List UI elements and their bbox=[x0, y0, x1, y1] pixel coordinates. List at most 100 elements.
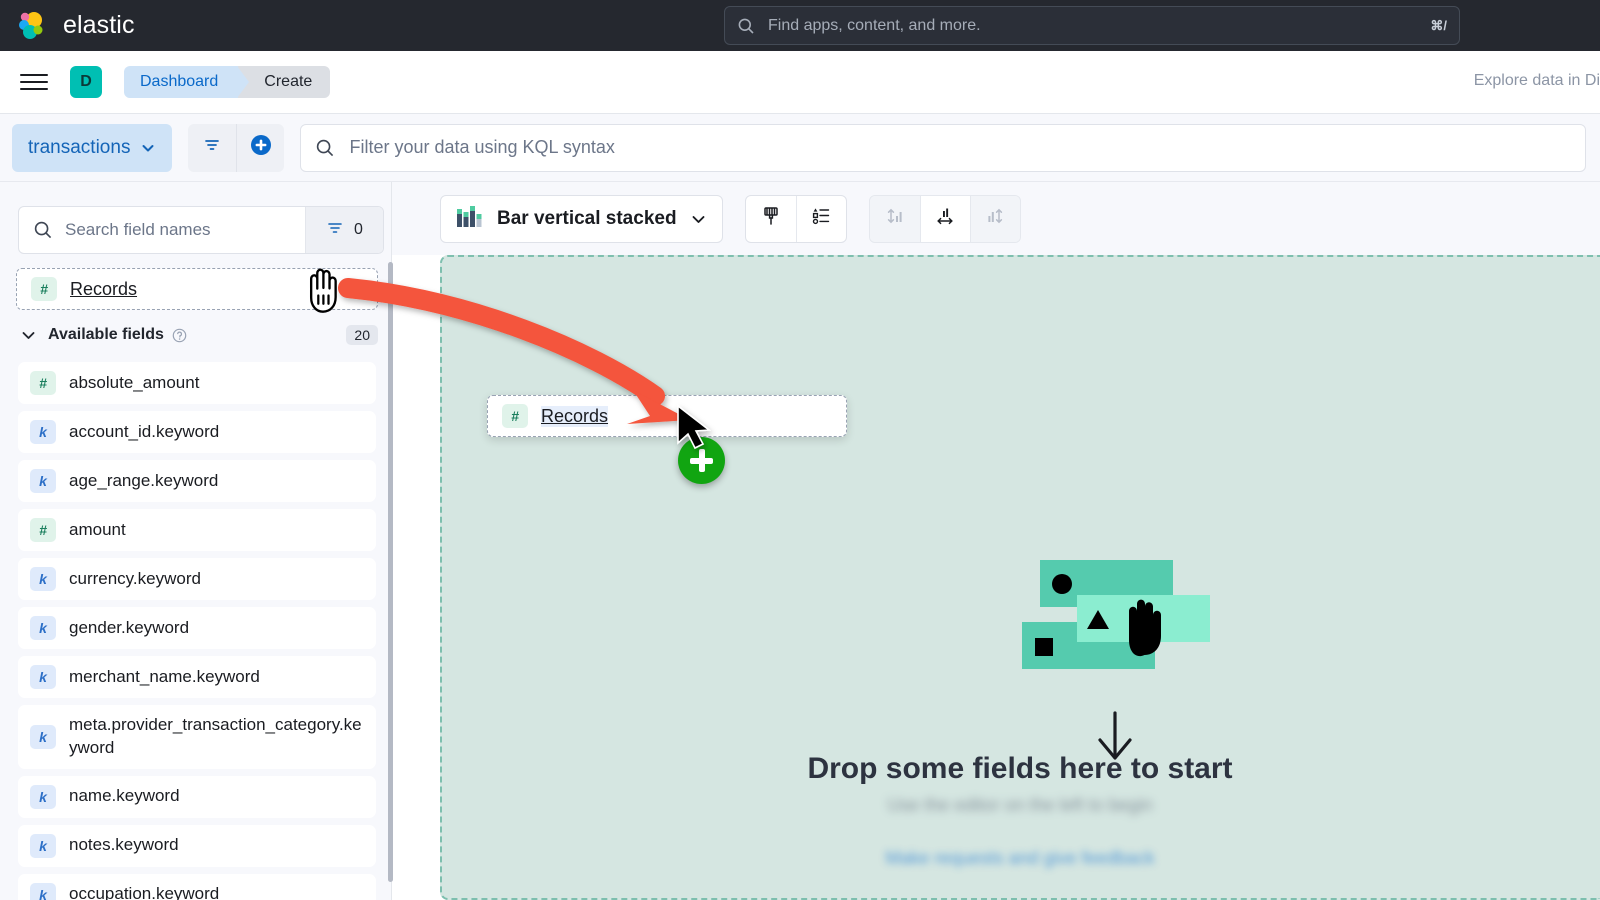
keyword-field-badge-icon: k bbox=[30, 616, 56, 640]
keyword-field-badge-icon: k bbox=[30, 784, 56, 809]
add-filter-button[interactable] bbox=[236, 123, 284, 172]
bar-chart-icon bbox=[457, 205, 484, 232]
circle-shape-icon bbox=[1052, 574, 1072, 594]
chart-toolbar: Bar vertical stacked bbox=[392, 182, 1600, 255]
legend-settings-button[interactable] bbox=[795, 195, 846, 242]
hand-icon bbox=[1116, 598, 1172, 660]
field-search-placeholder: Search field names bbox=[65, 220, 211, 239]
field-item[interactable]: k gender.keyword bbox=[18, 607, 376, 649]
filter-icon bbox=[202, 135, 222, 160]
field-panel-scrollbar[interactable] bbox=[388, 262, 393, 882]
field-item[interactable]: k currency.keyword bbox=[18, 558, 376, 600]
field-item[interactable]: # absolute_amount bbox=[18, 362, 376, 404]
legend-list-icon bbox=[810, 205, 832, 232]
field-item[interactable]: k notes.keyword bbox=[18, 824, 376, 867]
drop-zone-subtitle: Use the editor on the left to begin bbox=[887, 795, 1153, 815]
chart-style-button[interactable] bbox=[746, 196, 796, 242]
search-icon bbox=[737, 17, 755, 35]
field-filter-count: 0 bbox=[354, 221, 363, 238]
breadcrumb: Dashboard Create bbox=[124, 66, 331, 98]
chevron-down-icon bbox=[140, 140, 156, 156]
search-icon bbox=[33, 220, 53, 240]
chart-style-group bbox=[744, 194, 847, 243]
field-item[interactable]: # amount bbox=[18, 509, 376, 551]
visualization-type-selector[interactable]: Bar vertical stacked bbox=[440, 194, 723, 243]
keyword-field-badge-icon: k bbox=[30, 420, 56, 444]
triangle-shape-icon bbox=[1087, 610, 1109, 629]
global-search-input[interactable]: Find apps, content, and more. ⌘/ bbox=[724, 6, 1460, 45]
vertical-axis-button[interactable] bbox=[869, 195, 920, 242]
query-bar: transactions Filter your data using KQL … bbox=[0, 114, 1600, 182]
kql-placeholder: Filter your data using KQL syntax bbox=[349, 137, 615, 157]
horizontal-axis-icon bbox=[934, 205, 956, 232]
field-filter-icon bbox=[326, 219, 344, 242]
square-shape-icon bbox=[1035, 638, 1053, 656]
breadcrumb-bar: D Dashboard Create Explore data in Di bbox=[0, 51, 1600, 114]
field-label: Records bbox=[70, 278, 138, 299]
paint-brush-icon bbox=[760, 205, 782, 232]
visualization-type-label: Bar vertical stacked bbox=[497, 207, 677, 229]
chevron-down-icon bbox=[20, 327, 37, 344]
filter-controls bbox=[188, 123, 285, 172]
plus-circle-icon bbox=[249, 133, 273, 162]
global-search-placeholder: Find apps, content, and more. bbox=[768, 16, 981, 34]
drop-zone-feedback-link[interactable]: Make requests and give feedback bbox=[440, 848, 1600, 869]
field-filter-button[interactable]: 0 bbox=[305, 207, 383, 253]
horizontal-axis-button[interactable] bbox=[919, 195, 970, 242]
number-field-badge-icon: # bbox=[31, 277, 57, 301]
filter-options-button[interactable] bbox=[188, 124, 236, 172]
drag-ghost-label: Records bbox=[541, 405, 609, 427]
keyword-field-badge-icon: k bbox=[30, 469, 56, 493]
top-navigation-bar: elastic Find apps, content, and more. ⌘/ bbox=[0, 0, 1600, 51]
brand[interactable]: elastic bbox=[14, 8, 135, 44]
vertical-axis-icon bbox=[884, 205, 906, 232]
field-label: age_range.keyword bbox=[69, 470, 219, 490]
field-label: occupation.keyword bbox=[69, 884, 220, 900]
data-view-label: transactions bbox=[28, 136, 131, 158]
keyword-field-badge-icon: k bbox=[30, 665, 56, 689]
green-plus-icon bbox=[678, 437, 725, 484]
brand-name: elastic bbox=[63, 11, 135, 39]
drag-ghost-field: # Records bbox=[487, 395, 847, 437]
breadcrumb-item-dashboard[interactable]: Dashboard bbox=[124, 66, 250, 98]
field-label: amount bbox=[69, 519, 126, 539]
data-view-selector[interactable]: transactions bbox=[12, 123, 173, 172]
question-mark-icon[interactable] bbox=[172, 328, 187, 343]
drop-zone-title: Drop some fields here to start bbox=[807, 752, 1233, 785]
field-label: meta.provider_transaction_category.keywo… bbox=[69, 715, 362, 757]
field-label: currency.keyword bbox=[69, 568, 201, 588]
elastic-logo-icon bbox=[14, 8, 50, 44]
field-item-records[interactable]: # Records bbox=[16, 268, 378, 310]
breadcrumb-item-create[interactable]: Create bbox=[238, 66, 331, 98]
keyword-field-badge-icon: k bbox=[30, 882, 56, 900]
right-axis-icon bbox=[984, 205, 1006, 232]
field-item[interactable]: k age_range.keyword bbox=[18, 460, 376, 502]
keyword-field-badge-icon: k bbox=[30, 724, 56, 749]
field-item[interactable]: k meta.provider_transaction_category.keyw… bbox=[18, 705, 376, 769]
available-fields-list: # absolute_amount k account_id.keyword k age_… bbox=[18, 362, 376, 900]
explore-data-link[interactable]: Explore data in Di bbox=[1474, 72, 1600, 90]
field-label: gender.keyword bbox=[69, 617, 190, 637]
field-label: name.keyword bbox=[69, 786, 180, 806]
number-field-badge-icon: # bbox=[30, 518, 56, 542]
field-item[interactable]: k occupation.keyword bbox=[18, 873, 376, 900]
available-fields-header[interactable]: Available fields 20 bbox=[20, 322, 378, 348]
field-search-input[interactable]: Search field names 0 bbox=[18, 206, 384, 254]
kql-search-input[interactable]: Filter your data using KQL syntax bbox=[300, 123, 1586, 172]
field-label: absolute_amount bbox=[69, 372, 200, 392]
space-avatar[interactable]: D bbox=[70, 66, 102, 98]
drop-fields-illustration bbox=[1022, 560, 1212, 669]
hamburger-menu-icon[interactable] bbox=[20, 71, 48, 93]
field-list-panel: Search field names 0 # Records Available… bbox=[0, 182, 392, 900]
keyword-field-badge-icon: k bbox=[30, 833, 56, 858]
field-label: notes.keyword bbox=[69, 835, 179, 855]
field-label: account_id.keyword bbox=[69, 421, 220, 441]
field-item[interactable]: k account_id.keyword bbox=[18, 411, 376, 453]
axis-orientation-group bbox=[868, 194, 1021, 243]
number-field-badge-icon: # bbox=[502, 404, 528, 428]
chevron-down-icon bbox=[690, 211, 706, 227]
field-item[interactable]: k name.keyword bbox=[18, 775, 376, 818]
field-item[interactable]: k merchant_name.keyword bbox=[18, 656, 376, 698]
field-label: merchant_name.keyword bbox=[69, 666, 260, 686]
right-axis-button[interactable] bbox=[969, 195, 1020, 242]
